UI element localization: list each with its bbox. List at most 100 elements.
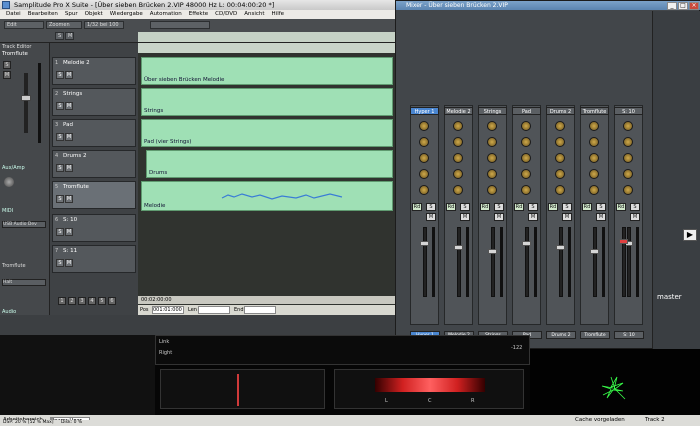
mixer-knob[interactable]	[487, 137, 497, 147]
aux-section-label[interactable]: Aux/Amp	[2, 165, 25, 171]
mixer-knob[interactable]	[419, 121, 429, 131]
mixer-read-button[interactable]: Rd	[412, 203, 422, 211]
menu-view[interactable]: Ansicht	[244, 10, 264, 19]
mixer-knob[interactable]	[487, 185, 497, 195]
mixer-read-button[interactable]: Rd	[480, 203, 490, 211]
mixer-fader-track[interactable]	[559, 227, 563, 297]
mixer-solo-button[interactable]: S	[426, 203, 436, 211]
mixer-knob[interactable]	[589, 121, 599, 131]
mute-all-button[interactable]: M	[65, 32, 74, 40]
track-solo-button[interactable]: S	[56, 133, 64, 141]
track-name[interactable]: Tromflute	[63, 184, 89, 190]
mixer-knob[interactable]	[521, 137, 531, 147]
track-header-6[interactable]: 6 S: 10 SM	[52, 214, 136, 242]
menu-automation[interactable]: Automation	[150, 10, 182, 19]
mixer-fader-track[interactable]	[491, 227, 495, 297]
track-solo-button[interactable]: S	[56, 71, 64, 79]
track-solo-button[interactable]: S	[56, 228, 64, 236]
menu-track[interactable]: Spur	[65, 10, 78, 19]
mixer-channel-name[interactable]: Hyper 1	[410, 107, 439, 115]
menu-playback[interactable]: Wiedergabe	[110, 10, 143, 19]
grid-select[interactable]: 1/32 bei 100	[84, 21, 124, 29]
mixer-fader-track[interactable]	[525, 227, 529, 297]
track-mute-button[interactable]: M	[65, 102, 73, 110]
mixer-bottom-channel-name[interactable]: Tromflute	[580, 331, 610, 339]
end-field[interactable]	[244, 306, 276, 314]
mixer-fader-track[interactable]	[627, 227, 631, 297]
mixer-knob[interactable]	[521, 169, 531, 179]
mixer-knob[interactable]	[487, 169, 497, 179]
mixer-knob[interactable]	[589, 153, 599, 163]
position-bar[interactable]: 00:02:00:00	[138, 296, 395, 304]
minimize-icon[interactable]: _	[667, 2, 677, 10]
mixer-fader-cap[interactable]	[556, 245, 565, 250]
mixer-knob[interactable]	[521, 185, 531, 195]
track-header-5[interactable]: 5 Tromflute SM	[52, 181, 136, 209]
mixer-fader-cap[interactable]	[522, 241, 531, 246]
mixer-fader-cap[interactable]	[454, 245, 463, 250]
arranger-area[interactable]: Über sieben Brücken Melodie Strings Pad …	[138, 43, 395, 315]
mixer-fader-cap[interactable]	[590, 249, 599, 254]
track-header-2[interactable]: 2 Strings SM	[52, 88, 136, 116]
mixer-read-button[interactable]: Rd	[616, 203, 626, 211]
mixer-knob[interactable]	[623, 121, 633, 131]
mixer-solo-button[interactable]: S	[494, 203, 504, 211]
object-lane-4[interactable]: Drums	[146, 150, 393, 178]
mixer-mute-button[interactable]: M	[528, 213, 538, 221]
mixer-knob[interactable]	[487, 121, 497, 131]
menu-object[interactable]: Objekt	[85, 10, 103, 19]
mixer-knob[interactable]	[589, 169, 599, 179]
mixer-knob[interactable]	[623, 153, 633, 163]
mixer-knob[interactable]	[555, 169, 565, 179]
menu-file[interactable]: Datei	[6, 10, 21, 19]
track-header-4[interactable]: 4 Drums 2 SM	[52, 150, 136, 178]
mixer-mute-button[interactable]: M	[562, 213, 572, 221]
master-fader-track[interactable]	[622, 227, 626, 297]
mixer-read-button[interactable]: Rd	[582, 203, 592, 211]
volume-fader-cap[interactable]	[21, 95, 31, 101]
mixer-knob[interactable]	[555, 137, 565, 147]
track-name[interactable]: Drums 2	[63, 153, 86, 159]
mixer-channel-name[interactable]: Tromflute	[580, 107, 609, 115]
solo-button[interactable]: S	[3, 61, 11, 69]
len-field[interactable]	[198, 306, 230, 314]
track-num-button[interactable]: 2	[68, 297, 76, 305]
mixer-mute-button[interactable]: M	[494, 213, 504, 221]
track-solo-button[interactable]: S	[56, 259, 64, 267]
menu-edit[interactable]: Bearbeiten	[28, 10, 58, 19]
track-search-input[interactable]	[150, 21, 210, 29]
mixer-read-button[interactable]: Rd	[514, 203, 524, 211]
track-header-7[interactable]: 7 S: 11 SM	[52, 245, 136, 273]
mixer-solo-button[interactable]: S	[596, 203, 606, 211]
mute-button[interactable]: M	[3, 71, 11, 79]
mixer-channel-name[interactable]: Melodie 2	[444, 107, 473, 115]
track-num-button[interactable]: 1	[58, 297, 66, 305]
volume-fader[interactable]	[24, 73, 28, 133]
mixer-read-button[interactable]: Rd	[548, 203, 558, 211]
mixer-solo-button[interactable]: S	[528, 203, 538, 211]
mixer-channel-name[interactable]: Strings	[478, 107, 507, 115]
track-solo-button[interactable]: S	[56, 164, 64, 172]
master-fader-cap[interactable]	[619, 239, 628, 244]
mixer-knob[interactable]	[623, 169, 633, 179]
track-solo-button[interactable]: S	[56, 195, 64, 203]
pos-field[interactable]: 001:01:000	[152, 306, 184, 314]
mixer-knob[interactable]	[453, 169, 463, 179]
mixer-knob[interactable]	[555, 185, 565, 195]
mixer-knob[interactable]	[419, 169, 429, 179]
mixer-read-button[interactable]: Rd	[446, 203, 456, 211]
track-num-button[interactable]: 6	[108, 297, 116, 305]
mixer-knob[interactable]	[521, 121, 531, 131]
solo-all-button[interactable]: S	[55, 32, 64, 40]
track-name[interactable]: Strings	[63, 91, 82, 97]
track-mute-button[interactable]: M	[65, 259, 73, 267]
track-header-3[interactable]: 3 Pad SM	[52, 119, 136, 147]
mixer-bottom-channel-name[interactable]: S: 10	[614, 331, 644, 339]
mixer-mute-button[interactable]: M	[426, 213, 436, 221]
mixer-channel-name[interactable]: S: 10	[614, 107, 643, 115]
zoom-button[interactable]: Zoomen	[46, 21, 82, 29]
track-mute-button[interactable]: M	[65, 228, 73, 236]
mixer-knob[interactable]	[419, 185, 429, 195]
track-mute-button[interactable]: M	[65, 71, 73, 79]
mixer-knob[interactable]	[623, 137, 633, 147]
